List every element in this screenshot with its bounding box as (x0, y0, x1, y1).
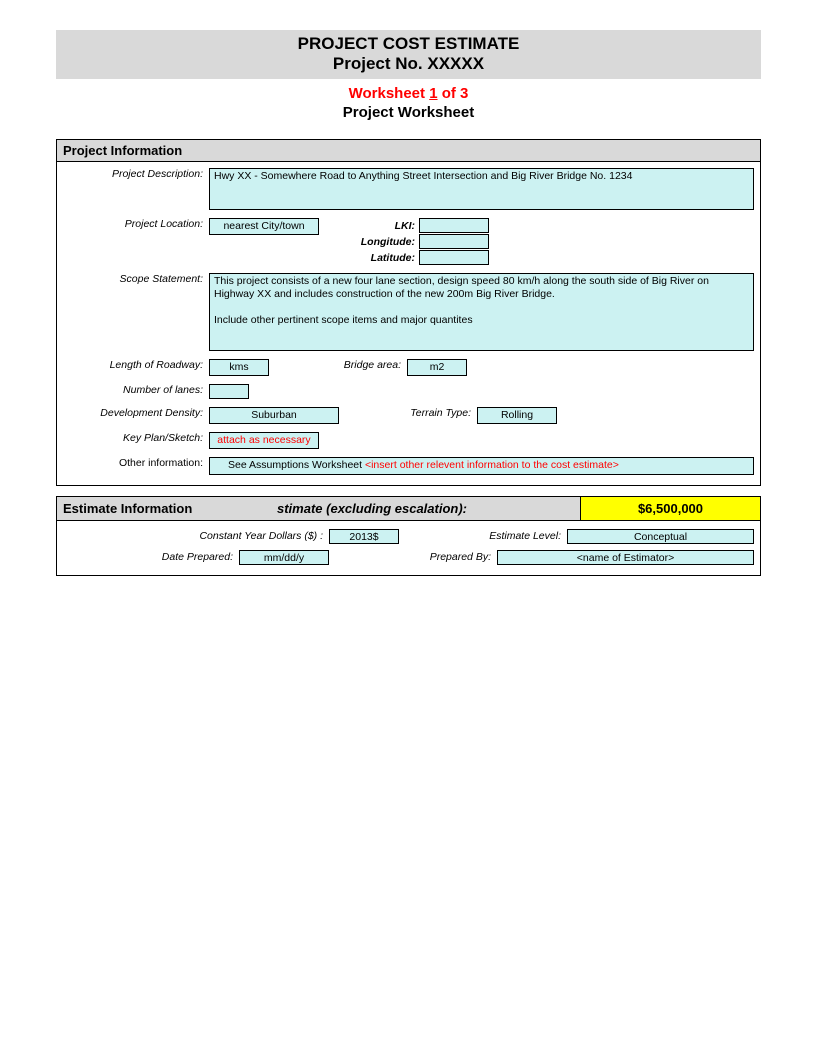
estimate-amount: $6,500,000 (580, 497, 760, 520)
project-info-header: Project Information (57, 140, 760, 162)
worksheet-line: Worksheet 1 of 3 (56, 85, 761, 102)
label-longitude: Longitude: (355, 236, 415, 248)
project-info-panel: Project Information Project Description:… (56, 139, 761, 486)
coord-grid: LKI: Longitude: Latitude: (355, 218, 489, 265)
field-latitude[interactable] (419, 250, 489, 265)
label-bridge-area: Bridge area: (321, 359, 401, 371)
label-scope: Scope Statement: (63, 273, 203, 285)
field-longitude[interactable] (419, 234, 489, 249)
label-density: Development Density: (63, 407, 203, 419)
label-length: Length of Roadway: (63, 359, 203, 371)
label-terrain: Terrain Type: (391, 407, 471, 419)
field-prepared-by[interactable]: <name of Estimator> (497, 550, 754, 565)
label-date-prepared: Date Prepared: (63, 551, 233, 563)
label-location: Project Location: (63, 218, 203, 230)
label-constant-dollars: Constant Year Dollars ($) : (63, 530, 323, 542)
field-keyplan[interactable]: attach as necessary (209, 432, 319, 449)
label-prepared-by: Prepared By: (391, 551, 491, 563)
estimate-section-title: Estimate Information (57, 501, 277, 516)
field-density[interactable]: Suburban (209, 407, 339, 424)
label-latitude: Latitude: (355, 252, 415, 264)
label-description: Project Description: (63, 168, 203, 180)
field-date-prepared[interactable]: mm/dd/y (239, 550, 329, 565)
field-terrain[interactable]: Rolling (477, 407, 557, 424)
field-location[interactable]: nearest City/town (209, 218, 319, 235)
field-lanes[interactable] (209, 384, 249, 399)
field-constant-dollars[interactable]: 2013$ (329, 529, 399, 544)
field-lki[interactable] (419, 218, 489, 233)
field-estimate-level[interactable]: Conceptual (567, 529, 754, 544)
label-other: Other information: (63, 457, 203, 469)
estimate-header-mid: stimate (excluding escalation): (277, 501, 580, 516)
label-lki: LKI: (355, 220, 415, 232)
label-estimate-level: Estimate Level: (461, 530, 561, 542)
title-line2: Project No. XXXXX (56, 54, 761, 74)
label-keyplan: Key Plan/Sketch: (63, 432, 203, 444)
title-line1: PROJECT COST ESTIMATE (56, 34, 761, 54)
estimate-header: Estimate Information stimate (excluding … (57, 497, 760, 521)
field-length[interactable]: kms (209, 359, 269, 376)
estimate-info-panel: Estimate Information stimate (excluding … (56, 496, 761, 576)
title-band: PROJECT COST ESTIMATE Project No. XXXXX (56, 30, 761, 79)
field-bridge-area[interactable]: m2 (407, 359, 467, 376)
page-subtitle: Project Worksheet (56, 104, 761, 121)
label-lanes: Number of lanes: (63, 384, 203, 396)
field-description[interactable]: Hwy XX - Somewhere Road to Anything Stre… (209, 168, 754, 210)
field-scope[interactable]: This project consists of a new four lane… (209, 273, 754, 351)
field-other[interactable]: See Assumptions Worksheet <insert other … (209, 457, 754, 474)
